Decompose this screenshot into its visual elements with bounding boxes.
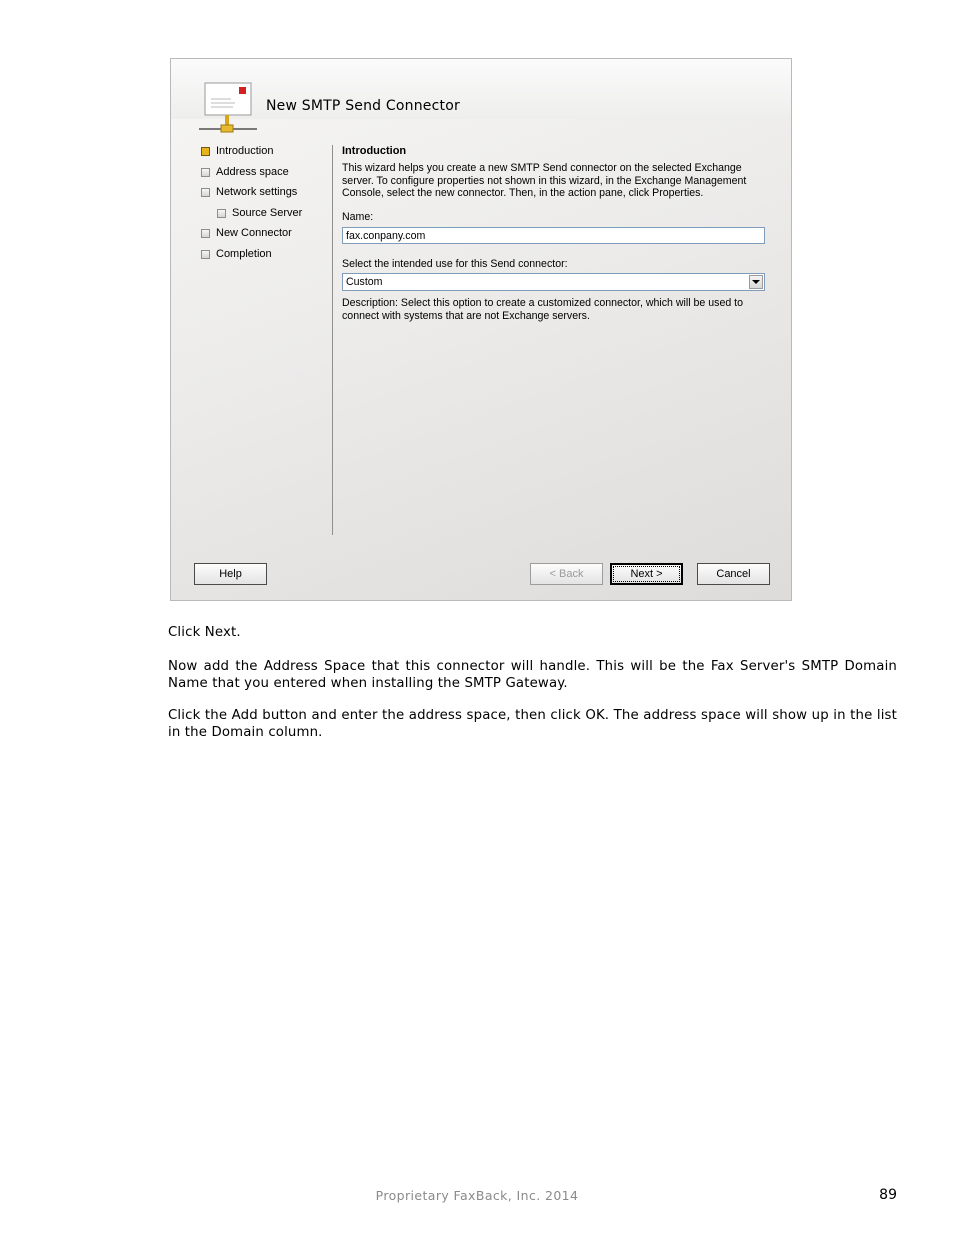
step-network-settings: Network settings [201,186,297,198]
pending-step-icon [201,249,210,259]
step-completion: Completion [201,248,272,260]
step-address-space: Address space [201,166,289,178]
step-divider [332,145,333,535]
instruction-add-button: Click the Add button and enter the addre… [168,708,897,740]
pending-step-icon [201,167,210,177]
step-label: Completion [216,248,272,260]
step-label: New Connector [216,227,292,239]
back-button[interactable]: < Back [530,563,603,585]
pending-step-icon [201,228,210,238]
step-new-connector: New Connector [201,227,292,239]
current-step-icon [201,146,210,156]
name-field[interactable]: fax.conpany.com [342,227,765,244]
name-label: Name: [342,211,374,223]
send-connector-icon [199,82,257,133]
intended-use-select[interactable]: Custom [342,273,765,291]
use-description: Description: Select this option to creat… [342,297,744,322]
wizard-header-background [171,59,791,119]
step-source-server: Source Server [217,207,302,219]
step-label: Introduction [216,145,274,157]
step-label: Address space [216,166,289,178]
step-label: Source Server [232,207,303,219]
intro-text: This wizard helps you create a new SMTP … [342,162,747,199]
pending-step-icon [217,208,226,218]
smtp-wizard-screenshot: New SMTP Send Connector Introduction Add… [170,58,792,601]
cancel-button[interactable]: Cancel [697,563,770,585]
intended-use-label: Select the intended use for this Send co… [342,258,568,270]
next-button[interactable]: Next > [610,563,683,585]
step-label: Network settings [216,186,298,198]
section-title: Introduction [342,145,407,157]
pending-step-icon [201,187,210,197]
help-button[interactable]: Help [194,563,267,585]
step-introduction: Introduction [201,145,273,157]
instruction-address-space: Now add the Address Space that this conn… [168,659,897,691]
chevron-down-icon[interactable] [749,275,763,289]
page-footer: Proprietary FaxBack, Inc. 2014 [375,1188,579,1203]
page-number: 89 [879,1187,897,1203]
instruction-click-next: Click Next. [168,625,241,640]
intended-use-value: Custom [346,276,383,288]
wizard-title: New SMTP Send Connector [266,98,460,114]
